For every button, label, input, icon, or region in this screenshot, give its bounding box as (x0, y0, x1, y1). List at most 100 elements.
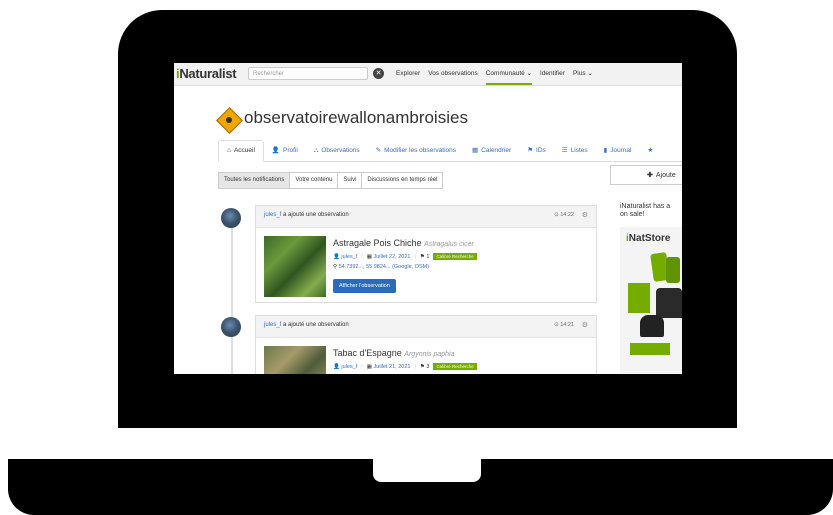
plus-icon: ✚ (647, 172, 653, 179)
feed-timeline (231, 225, 233, 374)
binoculars-icon: ⛬ (313, 147, 319, 154)
pencil-icon: ✎ (375, 147, 382, 154)
subtab-realtime-discussions[interactable]: Discussions en temps réel (361, 172, 444, 189)
tab-observations[interactable]: ⛬ Observations (306, 141, 368, 161)
subtab-following[interactable]: Suivi (337, 172, 363, 189)
notification-filter: Toutes les notifications Votre contenu S… (218, 172, 444, 189)
feed-item-summary: jules_f a ajouté une observation (264, 212, 349, 218)
observation-taxon[interactable]: Astragale Pois Chiche Astragalus cicer (333, 238, 474, 248)
tab-label: Observations (321, 147, 360, 154)
feed-item-summary: jules_f a ajouté une observation (264, 322, 349, 328)
promo-text: iNaturalist has a on sale! (620, 203, 670, 219)
common-name: Tabac d'Espagne (333, 348, 402, 358)
inatstore-logo: iNatStore (626, 233, 670, 244)
tab-label: Calendrier (481, 147, 512, 154)
observation-photo[interactable] (264, 236, 326, 297)
id-tag-icon: ⚑ (527, 147, 534, 154)
id-tag-icon: ⚑ (419, 253, 425, 260)
feed-item-header: jules_f a ajouté une observation ⊙ 14:21… (256, 316, 596, 338)
project-icon-center (226, 117, 232, 123)
avatar[interactable] (221, 317, 241, 337)
promo-line-2: on sale! (620, 211, 645, 218)
divider: | (414, 253, 416, 260)
calendar-icon: ▦ (472, 147, 479, 154)
coords-text: 54.7392..., 55.9824... (Google, OSM) (338, 264, 430, 270)
id-count: 3 (426, 363, 430, 370)
nav-your-observations[interactable]: Vos observations (428, 63, 478, 85)
tab-edit-observations[interactable]: ✎ Modifier les observations (368, 141, 464, 161)
user-link[interactable]: jules_f (264, 212, 281, 218)
laptop-screen: iNaturalist Rechercher ✕ Explorer Vos ob… (174, 63, 682, 374)
observation-meta: 👤 jules_f | ▦ Juillet 21, 2021 | ⚑ 3 Cal… (333, 363, 477, 370)
user-link[interactable]: jules_f (264, 322, 281, 328)
observation-date[interactable]: Juillet 22, 2021 (373, 254, 410, 260)
tote-bag-image (628, 283, 650, 313)
timestamp: ⊙ 14:21 (554, 322, 574, 328)
tab-label: Listes (570, 147, 588, 154)
store-logo-text: NatStore (628, 233, 671, 244)
tab-ids[interactable]: ⚑ IDs (519, 141, 554, 161)
tab-label: Profil (283, 147, 298, 154)
quality-grade-badge: Calibre Recherche (433, 253, 477, 260)
tab-calendar[interactable]: ▦ Calendrier (464, 141, 519, 161)
feed-item: jules_f a ajouté une observation ⊙ 14:21… (255, 315, 597, 374)
divider: | (361, 363, 363, 370)
tab-label: IDs (536, 147, 546, 154)
view-observation-button[interactable]: Afficher l'observation (333, 279, 396, 293)
tshirt-image (656, 288, 682, 318)
promo-line-1: iNaturalist has a (620, 203, 671, 210)
phone-case-image (666, 257, 680, 283)
avatar[interactable] (221, 208, 241, 228)
feed-item-header: jules_f a ajouté une observation ⊙ 14:22… (256, 206, 596, 228)
add-observations-button[interactable]: ✚ Ajoute (610, 165, 682, 185)
nav-identify[interactable]: Identifier (540, 63, 565, 85)
book-icon: ▮ (603, 147, 608, 154)
observer-link[interactable]: jules_f (341, 254, 357, 260)
subtab-your-content[interactable]: Votre contenu (289, 172, 339, 189)
user-icon: 👤 (333, 253, 340, 260)
observation-meta: 👤 jules_f | ▦ Juillet 22, 2021 | ⚑ 1 Cal… (333, 253, 477, 260)
map-marker-icon: ⚲ (333, 264, 338, 270)
logo-text: Naturalist (179, 66, 237, 81)
page-title: observatoirewallonambroisies (244, 108, 468, 127)
inaturalist-logo[interactable]: iNaturalist (176, 66, 237, 81)
divider: | (414, 363, 416, 370)
gear-icon[interactable]: ⚙ (582, 211, 588, 219)
observation-photo[interactable] (264, 346, 326, 374)
home-icon: ⌂ (227, 147, 231, 154)
scientific-name: Astragalus cicer (424, 241, 474, 248)
clear-search-icon[interactable]: ✕ (373, 68, 384, 79)
laptop-notch (373, 459, 481, 482)
observation-date[interactable]: Juillet 21, 2021 (373, 364, 410, 370)
nav-more[interactable]: Plus ⌄ (573, 63, 593, 85)
beanie-image (640, 315, 664, 337)
store-promo[interactable]: iNaturalist has a on sale! iNatStore (610, 193, 682, 374)
nav-community[interactable]: Communauté ⌄ (485, 63, 533, 85)
star-icon: ★ (647, 147, 654, 154)
nav-explorer[interactable]: Explorer (396, 63, 420, 85)
user-icon: 👤 (271, 147, 280, 154)
tab-lists[interactable]: ☰ Listes (554, 141, 596, 161)
profile-tabs: ⌂ Accueil 👤 Profil ⛬ Observations ✎ Modifier… (218, 139, 682, 162)
gear-icon[interactable]: ⚙ (582, 321, 588, 329)
timestamp: ⊙ 14:22 (554, 212, 574, 218)
list-icon: ☰ (561, 147, 568, 154)
tab-label: Accueil (233, 147, 255, 154)
quality-grade-badge: Calibre Recherche (433, 363, 477, 370)
add-button-label: Ajoute (655, 172, 676, 179)
feed-action-text: a ajouté une observation (281, 212, 349, 218)
id-tag-icon: ⚑ (419, 363, 425, 370)
tab-accueil[interactable]: ⌂ Accueil (218, 140, 264, 162)
observation-taxon[interactable]: Tabac d'Espagne Argynnis paphia (333, 348, 455, 358)
observer-link[interactable]: jules_f (341, 364, 357, 370)
observation-location[interactable]: ⚲ 54.7392..., 55.9824... (Google, OSM) (333, 264, 429, 270)
user-icon: 👤 (333, 363, 340, 370)
tab-favorites[interactable]: ★ (639, 141, 664, 161)
subtab-all-notifications[interactable]: Toutes les notifications (218, 172, 291, 189)
tab-profil[interactable]: 👤 Profil (264, 141, 306, 161)
search-input[interactable]: Rechercher (248, 67, 368, 80)
nav-menu: Explorer Vos observations Communauté ⌄ I… (396, 63, 601, 85)
tab-journal[interactable]: ▮ Journal (596, 141, 640, 161)
divider: | (361, 253, 363, 260)
calendar-icon: ▦ (366, 253, 372, 260)
